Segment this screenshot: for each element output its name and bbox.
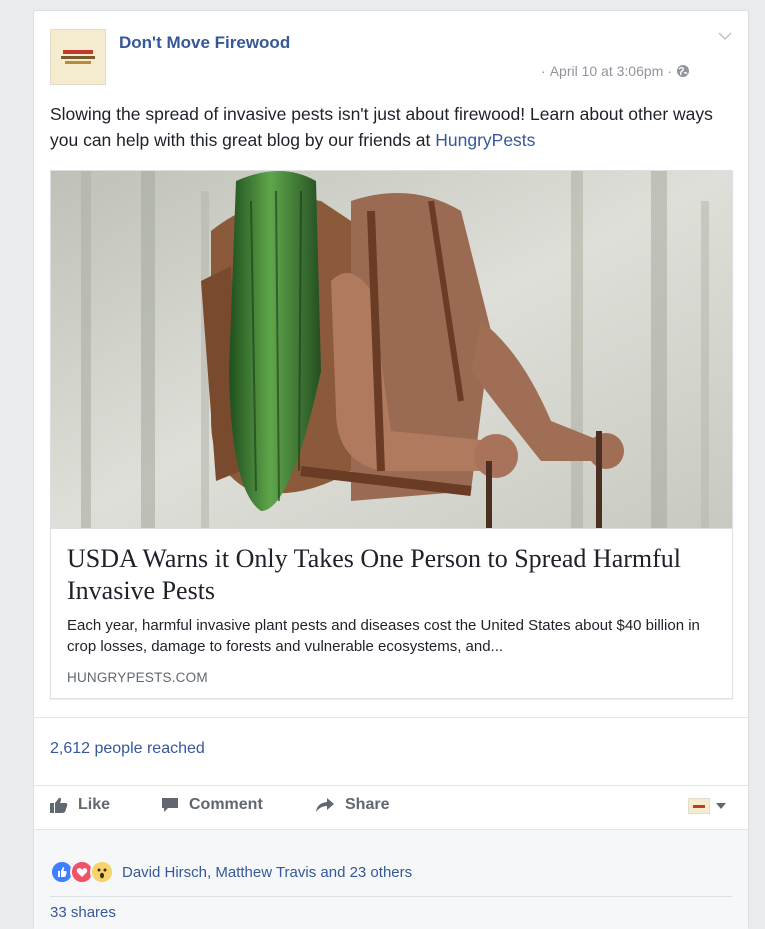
post-actions-bar: Like Comment Share <box>34 786 748 828</box>
wow-reaction-icon <box>90 860 114 884</box>
people-reached-link[interactable]: 2,612 people reached <box>50 740 205 758</box>
globe-icon <box>677 65 689 77</box>
divider <box>50 896 732 897</box>
page-name-link[interactable]: Don't Move Firewood <box>119 33 290 53</box>
post-header: Don't Move Firewood · April 10 at 3:06pm… <box>34 11 748 101</box>
shares-count-link[interactable]: 33 shares <box>50 904 116 921</box>
thumbs-up-icon <box>50 797 68 813</box>
post-as-selector[interactable] <box>688 798 726 814</box>
link-preview-image[interactable] <box>51 171 732 528</box>
post-footer: David Hirsch, Matthew Travis and 23 othe… <box>34 829 748 929</box>
like-label: Like <box>78 796 111 813</box>
link-preview-body: USDA Warns it Only Takes One Person to S… <box>51 528 732 699</box>
meta-dot-left: · <box>541 63 546 79</box>
reactions-summary[interactable]: David Hirsch, Matthew Travis and 23 othe… <box>50 860 412 884</box>
like-button[interactable]: Like <box>50 796 110 814</box>
link-preview-domain: HUNGRYPESTS.COM <box>67 670 208 685</box>
meta-dot-right: · <box>667 63 672 79</box>
post-meta: · April 10 at 3:06pm · <box>541 63 690 79</box>
post-message-text: Slowing the spread of invasive pests isn… <box>50 104 713 150</box>
post-card: Don't Move Firewood · April 10 at 3:06pm… <box>33 10 749 929</box>
link-preview-description: Each year, harmful invasive plant pests … <box>67 617 700 655</box>
divider <box>34 717 748 718</box>
comment-label: Comment <box>189 796 263 813</box>
page-avatar[interactable] <box>50 29 106 85</box>
hungrypests-link[interactable]: HungryPests <box>435 130 535 150</box>
link-preview-title[interactable]: USDA Warns it Only Takes One Person to S… <box>67 543 707 607</box>
caret-down-icon <box>716 803 726 809</box>
chevron-down-icon[interactable] <box>718 31 732 41</box>
share-label: Share <box>345 796 390 813</box>
reactors-names[interactable]: David Hirsch, Matthew Travis and 23 othe… <box>122 864 412 881</box>
post-message: Slowing the spread of invasive pests isn… <box>50 101 734 153</box>
post-timestamp[interactable]: April 10 at 3:06pm <box>550 63 664 79</box>
link-preview-card[interactable]: USDA Warns it Only Takes One Person to S… <box>50 170 733 699</box>
hiker-with-beetle-image <box>51 171 732 528</box>
comment-button[interactable]: Comment <box>161 796 263 814</box>
page-mini-avatar <box>688 798 710 814</box>
comment-icon <box>162 798 178 812</box>
share-button[interactable]: Share <box>315 796 389 814</box>
share-arrow-icon <box>316 798 334 812</box>
